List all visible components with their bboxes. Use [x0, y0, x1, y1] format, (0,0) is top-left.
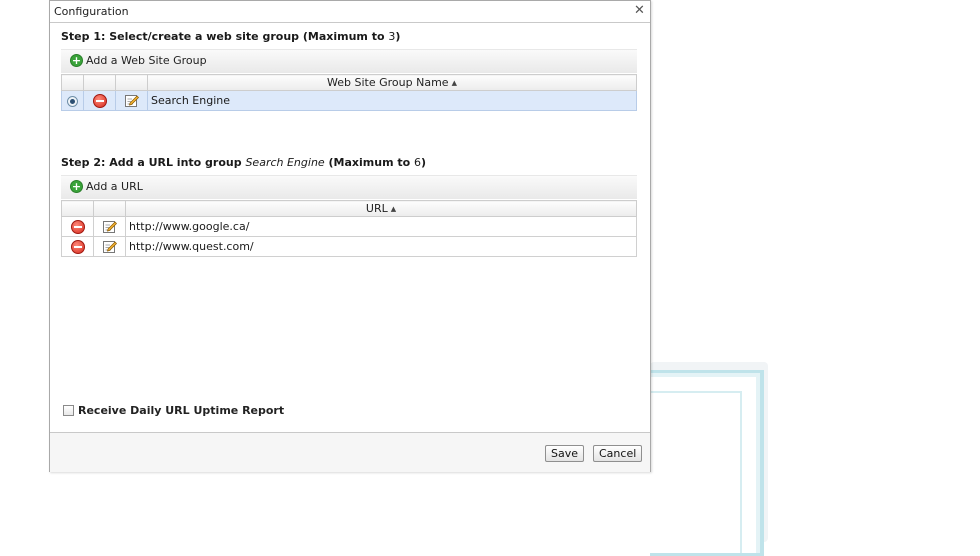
add-web-site-group-label: Add a Web Site Group [86, 54, 207, 67]
step2-title: Step 2: Add a URL into group Search Engi… [61, 156, 426, 169]
table-header-row: URL ▲ [61, 200, 637, 217]
add-web-site-group-button[interactable]: + Add a Web Site Group [70, 54, 207, 67]
table-row[interactable]: Search Engine [61, 90, 637, 111]
group-name-cell[interactable]: Search Engine [147, 90, 637, 111]
close-icon[interactable]: ✕ [633, 4, 646, 17]
url-header-label: URL [365, 202, 388, 215]
sort-ascending-icon: ▲ [451, 79, 457, 87]
daily-report-label[interactable]: Receive Daily URL Uptime Report [78, 404, 284, 417]
delete-cell[interactable] [61, 216, 94, 237]
url-header[interactable]: URL ▲ [125, 200, 637, 217]
step2-toolbar: + Add a URL [61, 175, 637, 199]
web-site-group-name-header[interactable]: Web Site Group Name ▲ [147, 74, 637, 91]
background-window [650, 362, 768, 556]
background-window-frame [650, 370, 764, 556]
dialog-title: Configuration [54, 5, 129, 18]
table-header-row: Web Site Group Name ▲ [61, 74, 637, 91]
select-cell[interactable] [61, 90, 84, 111]
configuration-dialog: Configuration ✕ Step 1: Select/create a … [49, 0, 651, 472]
daily-report-option[interactable]: Receive Daily URL Uptime Report [63, 404, 284, 417]
edit-icon[interactable] [124, 94, 139, 108]
dialog-footer: Save Cancel [50, 432, 650, 472]
step2-max: 6 [414, 156, 422, 169]
delete-column-header [61, 200, 94, 217]
step1-title-suffix: ) [395, 30, 401, 43]
add-url-button[interactable]: + Add a URL [70, 180, 143, 193]
delete-icon[interactable] [70, 239, 85, 254]
table-row[interactable]: http://www.quest.com/ [61, 236, 637, 257]
edit-icon[interactable] [102, 240, 117, 254]
edit-cell[interactable] [93, 216, 126, 237]
delete-column-header [83, 74, 116, 91]
row-radio-selected[interactable] [67, 95, 78, 107]
delete-icon[interactable] [92, 93, 107, 108]
background-window-content [650, 391, 742, 553]
sort-ascending-icon: ▲ [390, 205, 397, 213]
step1-title-prefix: Step 1: Select/create a web site group (… [61, 30, 389, 43]
cancel-button[interactable]: Cancel [593, 445, 643, 462]
web-site-group-name-header-label: Web Site Group Name [327, 76, 449, 89]
add-url-label: Add a URL [86, 180, 143, 193]
save-button[interactable]: Save [545, 445, 585, 462]
url-cell[interactable]: http://www.google.ca/ [125, 216, 637, 237]
edit-cell[interactable] [93, 236, 126, 257]
step2-title-prefix: Step 2: Add a URL into group [61, 156, 246, 169]
delete-icon[interactable] [70, 219, 85, 234]
edit-cell[interactable] [115, 90, 148, 111]
edit-icon[interactable] [102, 220, 117, 234]
edit-column-header [93, 200, 126, 217]
step2-title-suffix: ) [421, 156, 427, 169]
delete-cell[interactable] [61, 236, 94, 257]
step2-group-name: Search Engine [245, 156, 325, 169]
step1-toolbar: + Add a Web Site Group [61, 49, 637, 73]
edit-column-header [115, 74, 148, 91]
url-table: URL ▲ http://www.google.ca/ http://www.q… [61, 200, 637, 257]
table-row[interactable]: http://www.google.ca/ [61, 216, 637, 237]
add-circle-icon: + [70, 180, 83, 193]
dialog-titlebar[interactable]: Configuration ✕ [50, 1, 650, 23]
select-column-header [61, 74, 84, 91]
delete-cell[interactable] [83, 90, 116, 111]
web-site-group-table: Web Site Group Name ▲ Search Engine [61, 74, 637, 111]
add-circle-icon: + [70, 54, 83, 67]
url-cell[interactable]: http://www.quest.com/ [125, 236, 637, 257]
step2-title-middle: (Maximum to [324, 156, 415, 169]
step1-title: Step 1: Select/create a web site group (… [61, 30, 400, 43]
daily-report-checkbox[interactable] [63, 405, 74, 416]
